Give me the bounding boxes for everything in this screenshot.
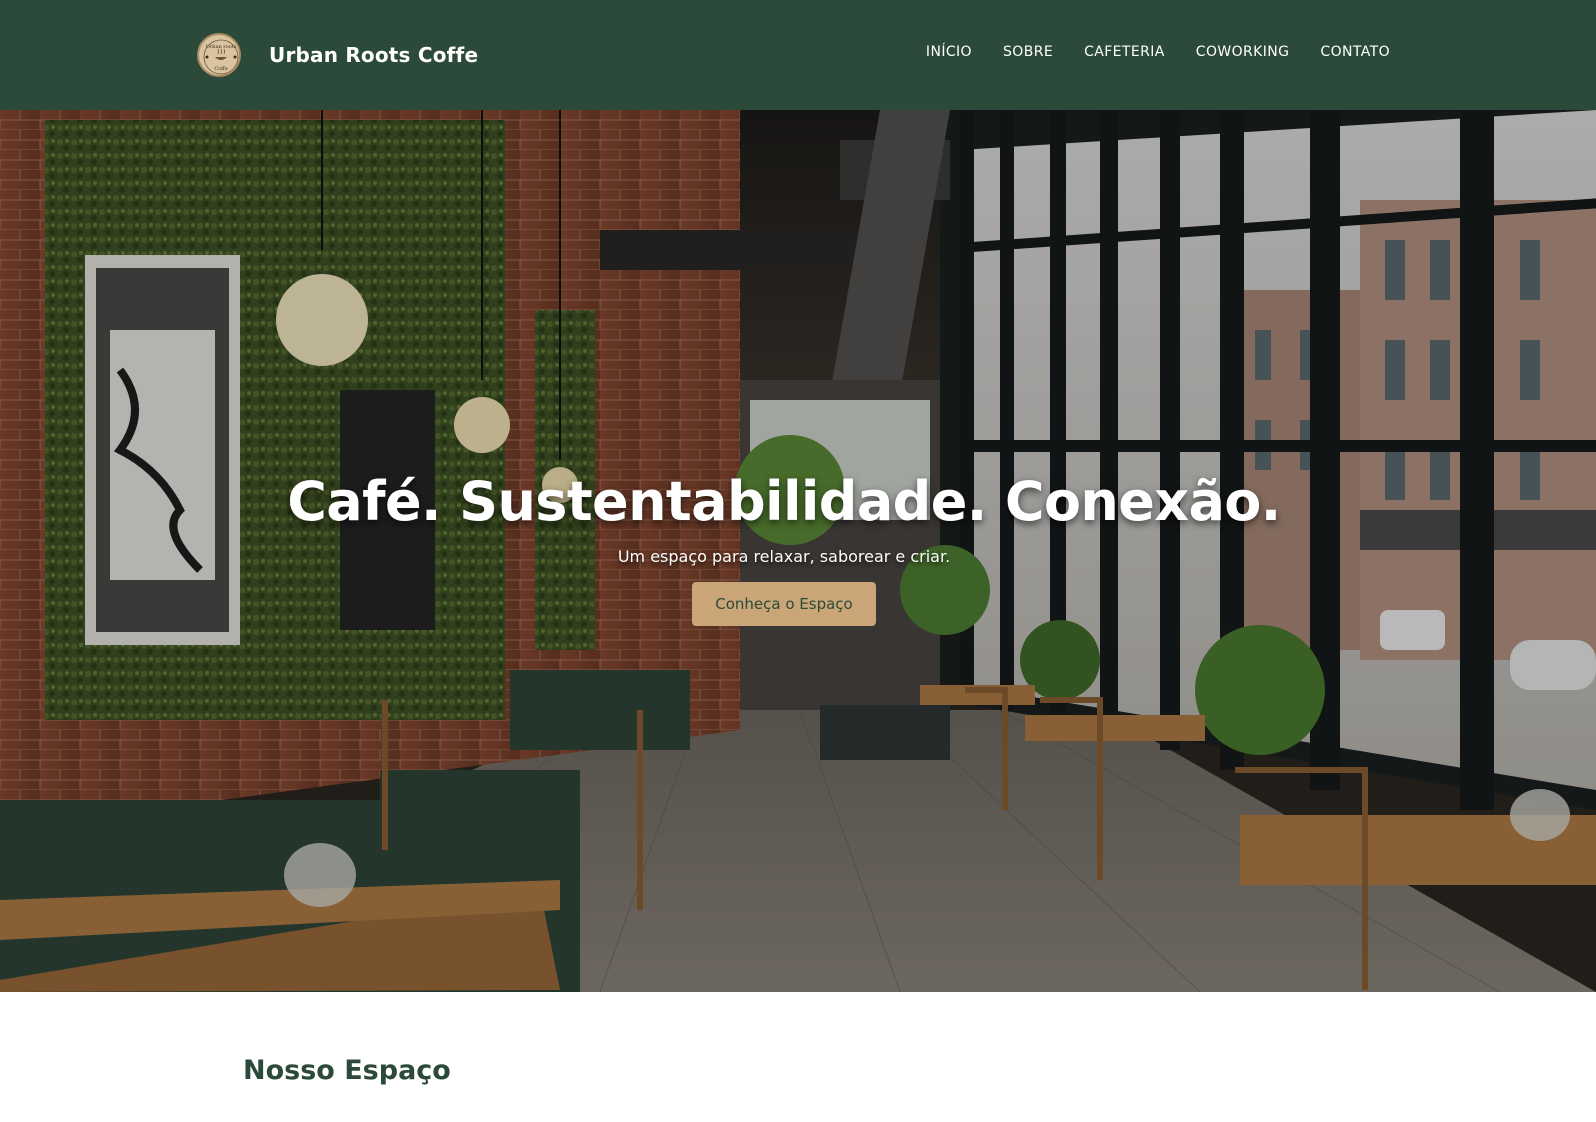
main-nav: INÍCIO SOBRE CAFETERIA COWORKING CONTATO [926,44,1390,60]
section-title: Nosso Espaço [243,1055,451,1086]
nav-link-inicio[interactable]: INÍCIO [926,44,972,60]
brand-name[interactable]: Urban Roots Coffe [269,43,478,67]
conheca-espaco-button[interactable]: Conheça o Espaço [692,582,876,626]
hero-title: Café. Sustentabilidade. Conexão. [287,470,1281,533]
nav-link-coworking[interactable]: COWORKING [1196,44,1290,60]
brand[interactable]: Urban roots Coffe Urban Roots Coffe [197,33,478,77]
hero-section: Café. Sustentabilidade. Conexão. Um espa… [0,110,1596,992]
navbar: Urban roots Coffe Urban Roots Coffe INÍC… [0,0,1596,110]
logo-icon: Urban roots Coffe [197,33,241,77]
logo-text-bottom: Coffe [214,66,227,72]
hero-subtitle: Um espaço para relaxar, saborear e criar… [617,547,951,566]
hero-content: Café. Sustentabilidade. Conexão. Um espa… [0,470,1568,626]
nav-link-sobre[interactable]: SOBRE [1003,44,1053,60]
nav-link-contato[interactable]: CONTATO [1320,44,1390,60]
nav-link-cafeteria[interactable]: CAFETERIA [1084,44,1165,60]
